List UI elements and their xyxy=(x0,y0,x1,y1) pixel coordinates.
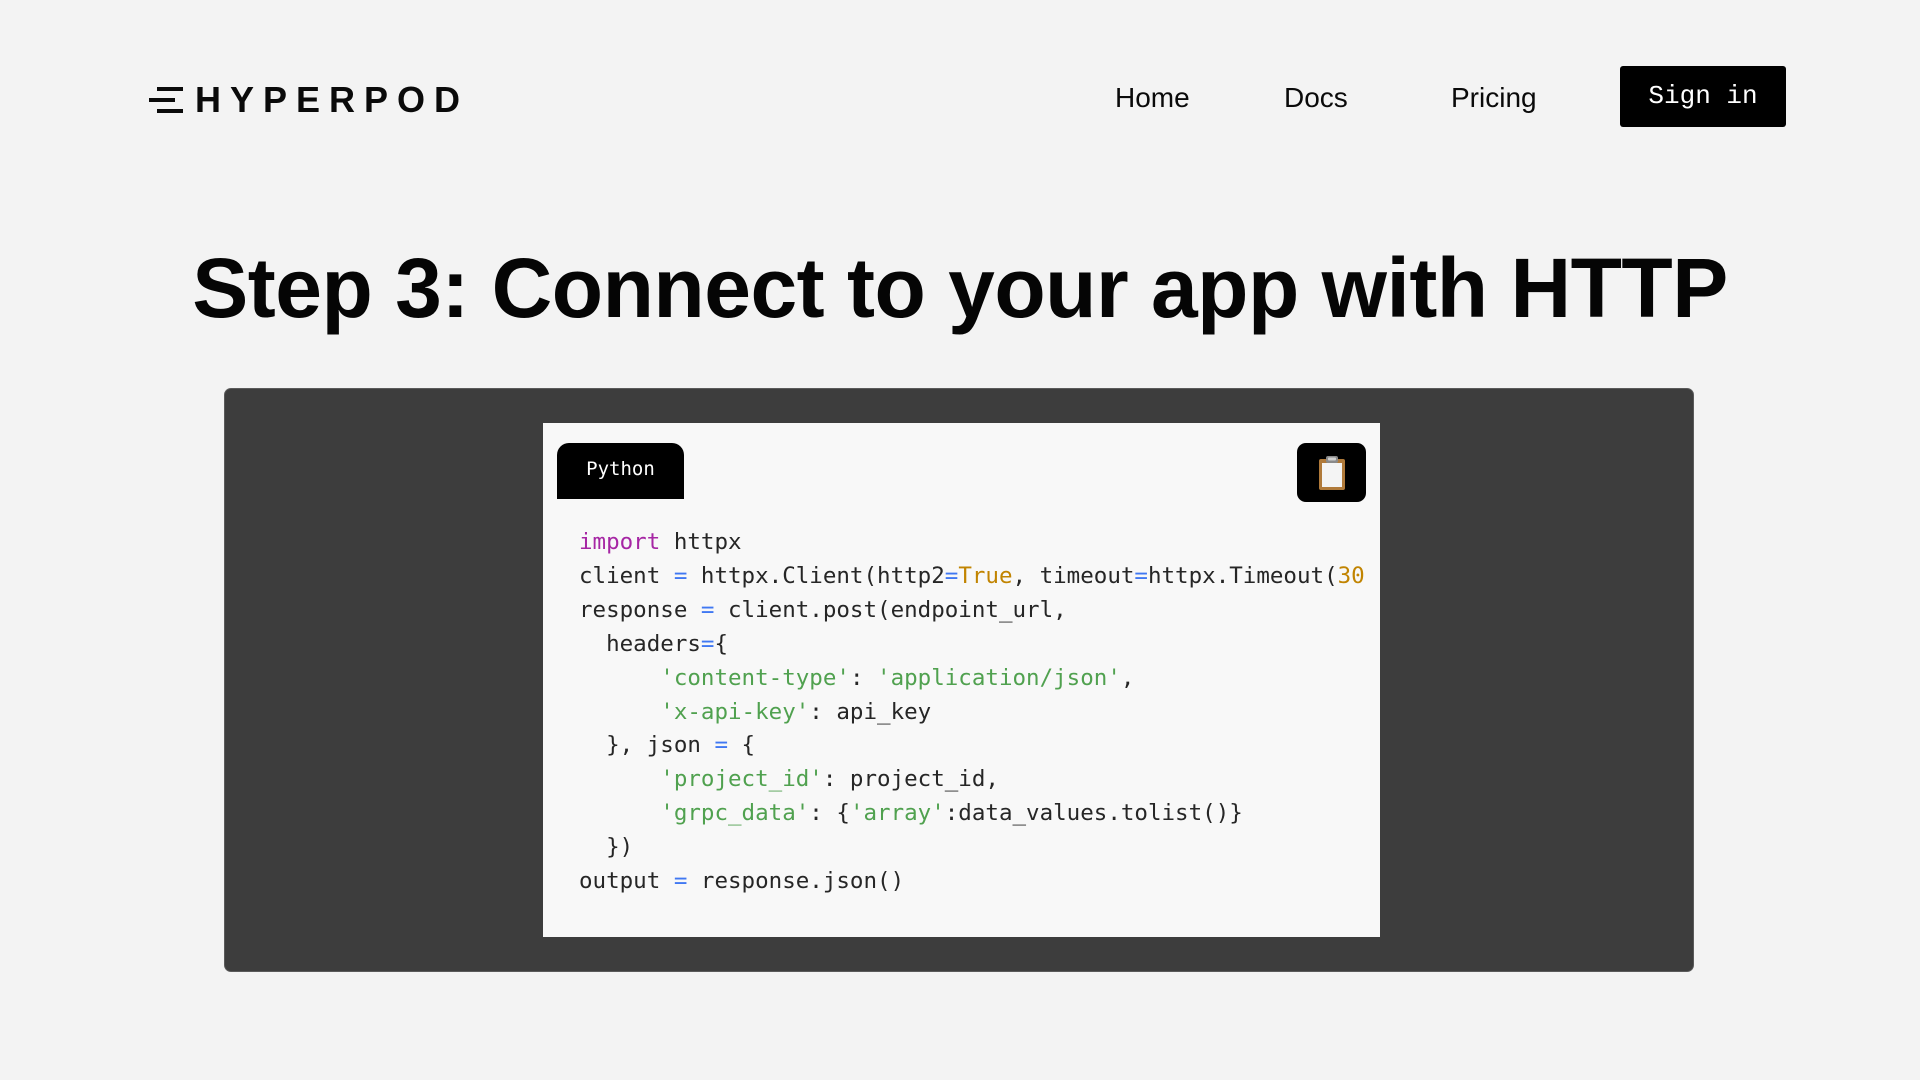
code-line: output = response.json() xyxy=(579,865,1365,899)
code-token: : xyxy=(849,664,878,691)
brand-logo-link[interactable]: HYPERPOD xyxy=(147,80,469,120)
code-token: client xyxy=(579,562,674,589)
code-line: 'grpc_data': {'array':data_values.tolist… xyxy=(579,797,1365,831)
code-token: }, json xyxy=(579,732,715,759)
sign-in-button[interactable]: Sign in xyxy=(1620,66,1786,127)
code-line: client = httpx.Client(http2=True, timeou… xyxy=(579,560,1365,594)
copy-code-button[interactable] xyxy=(1297,443,1366,502)
code-token: client.post(endpoint_url, xyxy=(714,596,1067,623)
code-token: response.json() xyxy=(687,868,905,895)
nav-home-link[interactable]: Home xyxy=(1115,78,1190,118)
code-token: , xyxy=(1120,664,1135,691)
language-tab-python[interactable]: Python xyxy=(557,443,684,499)
nav-pricing-link[interactable]: Pricing xyxy=(1451,78,1537,118)
code-token: : { xyxy=(809,800,850,827)
code-token: = xyxy=(673,868,688,895)
code-token: 'content-type' xyxy=(660,664,850,691)
speed-lines-icon xyxy=(149,87,183,113)
code-token: 'x-api-key' xyxy=(660,698,810,725)
code-token: = xyxy=(700,596,715,623)
code-token: = xyxy=(944,562,959,589)
code-token: = xyxy=(1134,562,1148,589)
code-token: , timeout xyxy=(1012,562,1135,589)
code-token: import xyxy=(579,529,661,555)
nav-docs-link[interactable]: Docs xyxy=(1284,78,1348,118)
code-token: httpx xyxy=(660,529,742,555)
code-line: }) xyxy=(579,831,1365,865)
code-token: 'application/json' xyxy=(877,664,1121,691)
code-snippet: import httpx client = httpx.Client(http2=… xyxy=(579,526,1365,899)
code-token: : api_key xyxy=(809,698,932,725)
code-token: = xyxy=(714,732,729,759)
page: HYPERPOD Home Docs Pricing Sign in Step … xyxy=(0,0,1920,1080)
code-line: 'x-api-key': api_key xyxy=(579,696,1365,730)
code-token: { xyxy=(714,630,729,657)
code-token: headers xyxy=(579,630,701,657)
code-token: 'grpc_data' xyxy=(660,800,810,827)
code-token: = xyxy=(673,562,688,589)
code-token: output xyxy=(579,868,674,895)
code-token: 'project_id' xyxy=(660,766,823,793)
code-token: { xyxy=(728,732,756,759)
code-token: True xyxy=(958,562,1013,589)
site-header: HYPERPOD Home Docs Pricing Sign in xyxy=(0,0,1920,196)
code-line: }, json = { xyxy=(579,729,1365,763)
code-line: headers={ xyxy=(579,628,1365,662)
code-token: = xyxy=(700,630,715,657)
page-title: Step 3: Connect to your app with HTTP xyxy=(192,241,1728,335)
code-token: :data_values.tolist()} xyxy=(944,800,1243,827)
code-token: httpx.Timeout( xyxy=(1147,562,1338,589)
code-line: import httpx xyxy=(579,526,1365,560)
clipboard-icon xyxy=(1318,455,1345,490)
code-token: : project_id, xyxy=(822,766,999,793)
code-line: 'content-type': 'application/json', xyxy=(579,662,1365,696)
brand-name: HYPERPOD xyxy=(195,79,470,120)
code-token: httpx.Client(http2 xyxy=(687,562,945,589)
code-line: response = client.post(endpoint_url, xyxy=(579,594,1365,628)
code-card: Python import httpx client = httpx.Client… xyxy=(543,423,1380,937)
code-token: 'array' xyxy=(849,800,945,827)
code-token: response xyxy=(579,596,701,623)
code-token: 30 xyxy=(1337,562,1365,589)
code-line: 'project_id': project_id, xyxy=(579,763,1365,797)
code-token: }) xyxy=(579,834,634,861)
